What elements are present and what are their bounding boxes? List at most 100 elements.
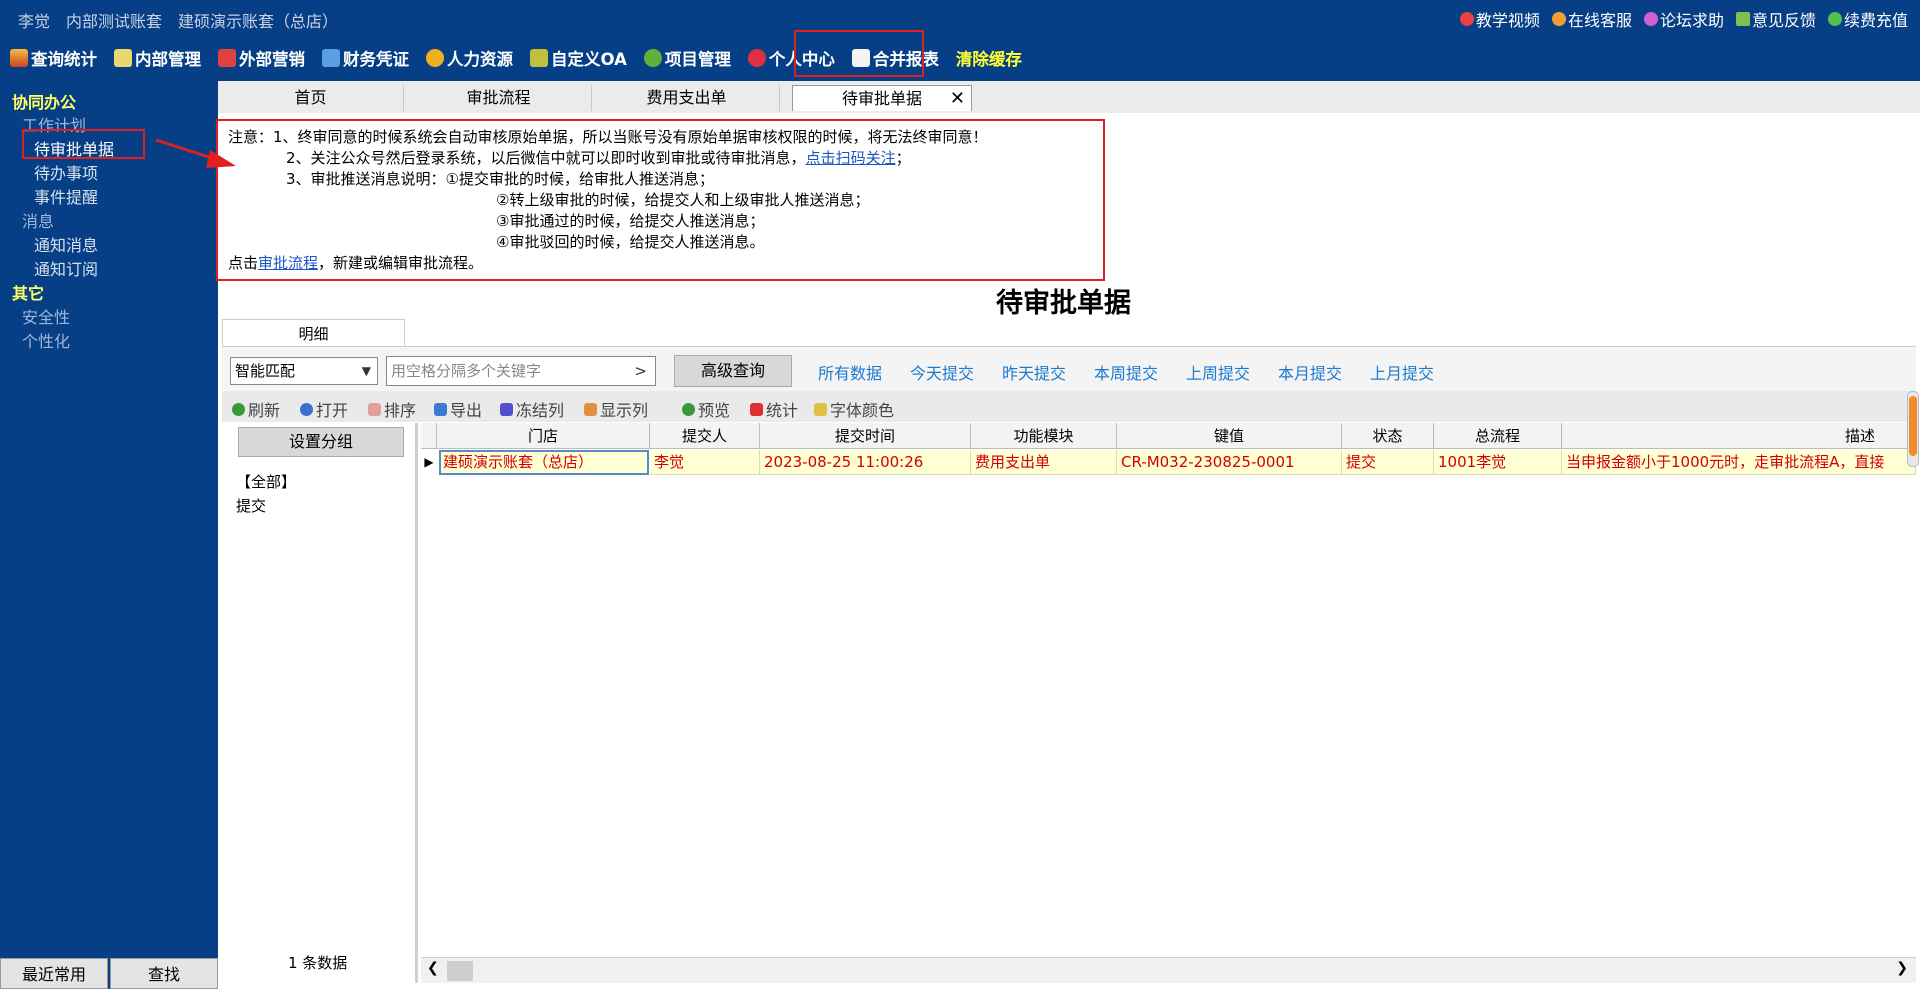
- notice-line-4: ②转上级审批的时候，给提交人和上级审批人推送消息；: [496, 191, 870, 209]
- sidebar-item-todo[interactable]: 待办事项: [34, 160, 98, 184]
- online-service-link[interactable]: 在线客服: [1551, 7, 1632, 31]
- tab-home[interactable]: 首页: [218, 85, 404, 111]
- table-cell-submitter[interactable]: 李觉: [650, 450, 760, 475]
- refresh-button[interactable]: 刷新: [232, 397, 280, 421]
- scroll-thumb-vertical[interactable]: [1909, 396, 1917, 456]
- horizontal-scrollbar[interactable]: ❮ ❯: [421, 957, 1916, 983]
- col-header-flow[interactable]: 总流程: [1434, 423, 1562, 449]
- notice-line-7: 点击审批流程，新建或编辑审批流程。: [228, 254, 484, 272]
- voucher-icon: [322, 49, 340, 67]
- table-cell-description[interactable]: 当申报金额小于1000元时，走审批流程A，直接: [1562, 450, 1916, 475]
- tab-approval-flow[interactable]: 审批流程: [406, 85, 592, 111]
- find-button[interactable]: 查找: [110, 958, 218, 989]
- col-header-submitter[interactable]: 提交人: [650, 423, 760, 449]
- recent-button[interactable]: 最近常用: [0, 958, 108, 989]
- font-color-button[interactable]: 字体颜色: [814, 397, 894, 421]
- table-cell-key[interactable]: CR-M032-230825-0001: [1117, 450, 1342, 475]
- statistics-button[interactable]: 统计: [750, 397, 798, 421]
- approval-flow-link[interactable]: 审批流程: [258, 254, 318, 272]
- tab-expense[interactable]: 费用支出单: [594, 85, 780, 111]
- pending-docs-highlight: [22, 129, 145, 159]
- table-cell-flow[interactable]: 1001李觉: [1434, 450, 1562, 475]
- notice-box: 注意：1、终审同意的时候系统会自动审核原始单据，所以当账号没有原始单据审核权限的…: [216, 119, 1105, 281]
- col-header-module[interactable]: 功能模块: [971, 423, 1117, 449]
- menu-finance-voucher[interactable]: 财务凭证: [322, 46, 409, 70]
- forum-help-link[interactable]: 论坛求助: [1643, 7, 1724, 31]
- renew-link[interactable]: 续费充值: [1827, 7, 1908, 31]
- data-grid: 门店 提交人 提交时间 功能模块 键值 状态 总流程 描述 ▶ 建硕演示账套（总…: [421, 423, 1916, 963]
- paint-icon: [814, 402, 827, 416]
- sidebar-item-notice-msg[interactable]: 通知消息: [34, 232, 98, 256]
- col-header-status[interactable]: 状态: [1342, 423, 1434, 449]
- heart-icon: [747, 49, 766, 67]
- table-cell-status[interactable]: 提交: [1342, 450, 1434, 475]
- scroll-left-icon[interactable]: ❮: [427, 960, 439, 976]
- person-icon: [426, 49, 444, 67]
- col-header-key[interactable]: 键值: [1117, 423, 1342, 449]
- open-button[interactable]: 打开: [300, 397, 348, 421]
- quick-yesterday[interactable]: 昨天提交: [1002, 360, 1066, 384]
- sort-icon: [368, 402, 381, 416]
- sidebar-item-message[interactable]: 消息: [22, 208, 54, 232]
- notice-line-2: 2、关注公众号然后登录系统，以后微信中就可以即时收到审批或待审批消息，点击扫码关…: [286, 149, 911, 167]
- menu-project-mgmt[interactable]: 项目管理: [643, 46, 731, 70]
- quick-this-week[interactable]: 本周提交: [1094, 360, 1158, 384]
- tab-detail[interactable]: 明细: [222, 319, 405, 347]
- set-group-button[interactable]: 设置分组: [238, 427, 404, 457]
- top-links: 教学视频 在线客服 论坛求助 意见反馈 续费充值: [1459, 7, 1908, 31]
- stats-icon: [750, 402, 763, 416]
- menu-custom-oa[interactable]: 自定义OA: [530, 46, 627, 70]
- personal-center-highlight: [794, 30, 924, 77]
- quick-last-week[interactable]: 上周提交: [1186, 360, 1250, 384]
- search-input[interactable]: 用空格分隔多个关键字 >: [386, 356, 656, 386]
- col-header-description[interactable]: 描述: [1562, 423, 1916, 449]
- table-cell-submit-time[interactable]: 2023-08-25 11:00:26: [760, 450, 971, 475]
- close-icon[interactable]: ✕: [950, 86, 965, 112]
- preview-button[interactable]: 预览: [682, 397, 730, 421]
- account-name: 建硕演示账套（总店）: [178, 12, 339, 31]
- sort-button[interactable]: 排序: [368, 397, 416, 421]
- quick-this-month[interactable]: 本月提交: [1278, 360, 1342, 384]
- table-cell-module[interactable]: 费用支出单: [971, 450, 1117, 475]
- group-all[interactable]: 【全部】: [236, 471, 296, 492]
- sidebar-item-security[interactable]: 安全性: [22, 304, 70, 328]
- chevron-down-icon: ▼: [361, 364, 371, 378]
- show-columns-button[interactable]: 显示列: [584, 397, 648, 421]
- vertical-scrollbar[interactable]: [1907, 391, 1919, 467]
- col-header-store[interactable]: 门店: [437, 423, 650, 449]
- tab-pending-docs[interactable]: 待审批单据 ✕: [792, 85, 972, 111]
- quick-all-data[interactable]: 所有数据: [818, 360, 882, 384]
- table-cell-store[interactable]: 建硕演示账套（总店）: [439, 450, 649, 475]
- notice-line-5: ③审批通过的时候，给提交人推送消息；: [496, 212, 765, 230]
- refresh-icon: [232, 402, 245, 416]
- menu-internal-mgmt[interactable]: 内部管理: [114, 46, 201, 70]
- feedback-link[interactable]: 意见反馈: [1735, 7, 1816, 31]
- sidebar-item-event-reminder[interactable]: 事件提醒: [34, 184, 98, 208]
- tutorial-video-link[interactable]: 教学视频: [1459, 7, 1540, 31]
- notice-line-6: ④审批驳回的时候，给提交人推送消息。: [496, 233, 765, 251]
- scroll-thumb[interactable]: [447, 961, 473, 981]
- quick-last-month[interactable]: 上月提交: [1370, 360, 1434, 384]
- service-icon: [1551, 12, 1566, 26]
- menu-clear-cache[interactable]: 清除缓存: [956, 46, 1022, 70]
- menu-external-marketing[interactable]: 外部营销: [218, 46, 305, 70]
- scroll-right-icon[interactable]: ❯: [1896, 960, 1908, 976]
- quick-today[interactable]: 今天提交: [910, 360, 974, 384]
- project-icon: [643, 49, 662, 67]
- menu-query-stats[interactable]: 查询统计: [10, 46, 97, 70]
- sidebar-group-other: 其它: [12, 284, 45, 303]
- notes-icon: [114, 49, 132, 67]
- sidebar-item-notice-sub[interactable]: 通知订阅: [34, 256, 98, 280]
- group-submit[interactable]: 提交: [236, 495, 266, 516]
- export-button[interactable]: 导出: [434, 397, 482, 421]
- freeze-columns-button[interactable]: 冻结列: [500, 397, 564, 421]
- menu-hr[interactable]: 人力资源: [426, 46, 513, 70]
- advanced-query-button[interactable]: 高级查询: [674, 355, 792, 387]
- scan-follow-link[interactable]: 点击扫码关注: [806, 149, 896, 167]
- col-header-submit-time[interactable]: 提交时间: [760, 423, 971, 449]
- page-title: 待审批单据: [996, 288, 1131, 319]
- sidebar-item-personalize[interactable]: 个性化: [22, 328, 70, 352]
- match-mode-select[interactable]: 智能匹配 ▼: [230, 357, 378, 385]
- sidebar: 协同办公 工作计划 待审批单据 待办事项 事件提醒 消息 通知消息 通知订阅 其…: [0, 81, 218, 989]
- search-go-button[interactable]: >: [634, 357, 647, 385]
